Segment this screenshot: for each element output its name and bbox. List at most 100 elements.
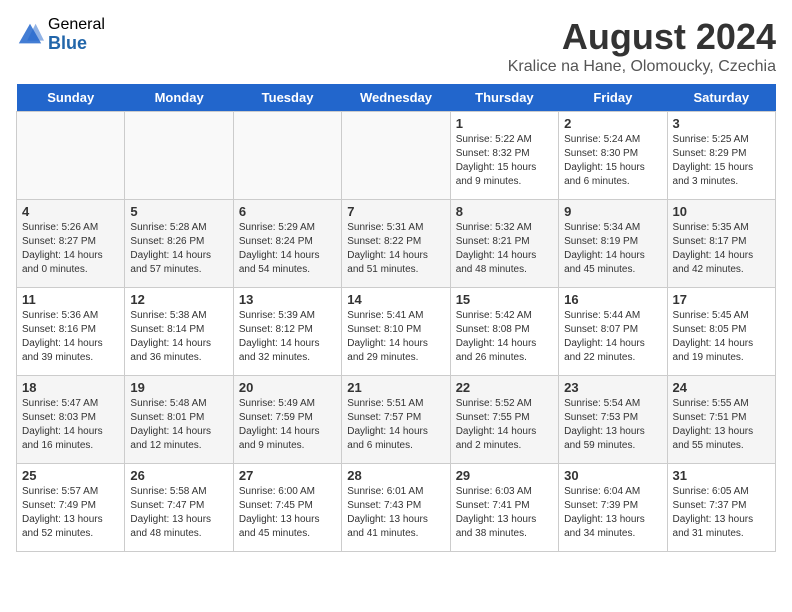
month-year: August 2024 — [508, 16, 776, 58]
day-info: Sunrise: 5:36 AMSunset: 8:16 PMDaylight:… — [22, 309, 119, 365]
calendar-week-5: 25Sunrise: 5:57 AMSunset: 7:49 PMDayligh… — [17, 464, 776, 552]
calendar-cell-4-4: 21 Sunrise: 5:51 AMSunset: 7:57 PMDayligh… — [342, 376, 450, 464]
day-info: Sunrise: 6:04 AMSunset: 7:39 PMDaylight:… — [564, 485, 661, 541]
day-info: Sunrise: 5:41 AMSunset: 8:10 PMDaylight:… — [347, 309, 444, 365]
title-block: August 2024 Kralice na Hane, Olomoucky, … — [508, 16, 776, 76]
calendar-cell-3-1: 11Sunrise: 5:36 AMSunset: 8:16 PMDayligh… — [17, 288, 125, 376]
page-header: General Blue August 2024 Kralice na Hane… — [16, 16, 776, 76]
day-info: Sunrise: 6:01 AMSunset: 7:43 PMDaylight:… — [347, 485, 444, 541]
calendar-cell-5-1: 25Sunrise: 5:57 AMSunset: 7:49 PMDayligh… — [17, 464, 125, 552]
calendar-cell-4-6: 23Sunrise: 5:54 AMSunset: 7:53 PMDayligh… — [559, 376, 667, 464]
day-number: 26 — [130, 468, 227, 483]
calendar-cell-4-7: 24 Sunrise: 5:55 AMSunset: 7:51 PMDayligh… — [667, 376, 775, 464]
logo-blue: Blue — [48, 34, 105, 54]
day-info: Sunrise: 5:55 AMSunset: 7:51 PMDaylight:… — [673, 397, 770, 453]
day-info: Sunrise: 5:32 AMSunset: 8:21 PMDaylight:… — [456, 221, 553, 277]
day-info: Sunrise: 5:39 AMSunset: 8:12 PMDaylight:… — [239, 309, 336, 365]
day-info: Sunrise: 5:34 AMSunset: 8:19 PMDaylight:… — [564, 221, 661, 277]
logo: General Blue — [16, 16, 105, 53]
calendar-cell-3-4: 14 Sunrise: 5:41 AMSunset: 8:10 PMDayligh… — [342, 288, 450, 376]
day-number: 9 — [564, 204, 661, 219]
logo-icon — [16, 21, 44, 49]
weekday-header-thursday: Thursday — [450, 84, 558, 112]
day-info: Sunrise: 5:26 AMSunset: 8:27 PMDaylight:… — [22, 221, 119, 277]
day-number: 4 — [22, 204, 119, 219]
calendar-cell-2-5: 8Sunrise: 5:32 AMSunset: 8:21 PMDaylight… — [450, 200, 558, 288]
day-info: Sunrise: 5:22 AMSunset: 8:32 PMDaylight:… — [456, 133, 553, 189]
day-info: Sunrise: 5:57 AMSunset: 7:49 PMDaylight:… — [22, 485, 119, 541]
calendar-cell-2-4: 7Sunrise: 5:31 AMSunset: 8:22 PMDaylight… — [342, 200, 450, 288]
logo-text: General Blue — [48, 16, 105, 53]
calendar-cell-5-7: 31 Sunrise: 6:05 AMSunset: 7:37 PMDayligh… — [667, 464, 775, 552]
logo-general: General — [48, 16, 105, 34]
day-number: 31 — [673, 468, 770, 483]
day-number: 24 — [673, 380, 770, 395]
calendar-cell-4-3: 20Sunrise: 5:49 AMSunset: 7:59 PMDayligh… — [233, 376, 341, 464]
calendar-cell-5-3: 27 Sunrise: 6:00 AMSunset: 7:45 PMDayligh… — [233, 464, 341, 552]
calendar-cell-1-7: 3 Sunrise: 5:25 AMSunset: 8:29 PMDaylight… — [667, 112, 775, 200]
weekday-header-friday: Friday — [559, 84, 667, 112]
day-number: 17 — [673, 292, 770, 307]
calendar-cell-3-6: 16 Sunrise: 5:44 AMSunset: 8:07 PMDayligh… — [559, 288, 667, 376]
weekday-header-row: SundayMondayTuesdayWednesdayThursdayFrid… — [17, 84, 776, 112]
day-info: Sunrise: 5:52 AMSunset: 7:55 PMDaylight:… — [456, 397, 553, 453]
calendar-week-1: 1 Sunrise: 5:22 AMSunset: 8:32 PMDaylight… — [17, 112, 776, 200]
day-number: 19 — [130, 380, 227, 395]
calendar-cell-3-3: 13Sunrise: 5:39 AMSunset: 8:12 PMDayligh… — [233, 288, 341, 376]
day-info: Sunrise: 6:00 AMSunset: 7:45 PMDaylight:… — [239, 485, 336, 541]
day-number: 15 — [456, 292, 553, 307]
day-info: Sunrise: 5:51 AMSunset: 7:57 PMDaylight:… — [347, 397, 444, 453]
day-number: 16 — [564, 292, 661, 307]
calendar-cell-5-4: 28 Sunrise: 6:01 AMSunset: 7:43 PMDayligh… — [342, 464, 450, 552]
calendar-cell-1-4 — [342, 112, 450, 200]
day-info: Sunrise: 5:28 AMSunset: 8:26 PMDaylight:… — [130, 221, 227, 277]
calendar-cell-1-3 — [233, 112, 341, 200]
calendar-cell-2-6: 9 Sunrise: 5:34 AMSunset: 8:19 PMDaylight… — [559, 200, 667, 288]
day-info: Sunrise: 5:38 AMSunset: 8:14 PMDaylight:… — [130, 309, 227, 365]
weekday-header-wednesday: Wednesday — [342, 84, 450, 112]
weekday-header-saturday: Saturday — [667, 84, 775, 112]
day-info: Sunrise: 5:42 AMSunset: 8:08 PMDaylight:… — [456, 309, 553, 365]
day-number: 3 — [673, 116, 770, 131]
weekday-header-tuesday: Tuesday — [233, 84, 341, 112]
calendar-cell-2-7: 10 Sunrise: 5:35 AMSunset: 8:17 PMDayligh… — [667, 200, 775, 288]
calendar-week-4: 18 Sunrise: 5:47 AMSunset: 8:03 PMDayligh… — [17, 376, 776, 464]
day-number: 10 — [673, 204, 770, 219]
calendar-cell-5-6: 30Sunrise: 6:04 AMSunset: 7:39 PMDayligh… — [559, 464, 667, 552]
day-info: Sunrise: 5:31 AMSunset: 8:22 PMDaylight:… — [347, 221, 444, 277]
day-number: 18 — [22, 380, 119, 395]
day-info: Sunrise: 5:49 AMSunset: 7:59 PMDaylight:… — [239, 397, 336, 453]
day-number: 6 — [239, 204, 336, 219]
day-number: 27 — [239, 468, 336, 483]
day-info: Sunrise: 6:03 AMSunset: 7:41 PMDaylight:… — [456, 485, 553, 541]
weekday-header-sunday: Sunday — [17, 84, 125, 112]
day-info: Sunrise: 5:25 AMSunset: 8:29 PMDaylight:… — [673, 133, 770, 189]
calendar-cell-1-2 — [125, 112, 233, 200]
location: Kralice na Hane, Olomoucky, Czechia — [508, 58, 776, 76]
calendar-cell-5-5: 29Sunrise: 6:03 AMSunset: 7:41 PMDayligh… — [450, 464, 558, 552]
calendar-cell-3-2: 12Sunrise: 5:38 AMSunset: 8:14 PMDayligh… — [125, 288, 233, 376]
calendar-cell-1-1 — [17, 112, 125, 200]
calendar-cell-4-2: 19Sunrise: 5:48 AMSunset: 8:01 PMDayligh… — [125, 376, 233, 464]
day-info: Sunrise: 5:47 AMSunset: 8:03 PMDaylight:… — [22, 397, 119, 453]
calendar-table: SundayMondayTuesdayWednesdayThursdayFrid… — [16, 84, 776, 552]
weekday-header-monday: Monday — [125, 84, 233, 112]
calendar-cell-4-1: 18 Sunrise: 5:47 AMSunset: 8:03 PMDayligh… — [17, 376, 125, 464]
day-info: Sunrise: 5:35 AMSunset: 8:17 PMDaylight:… — [673, 221, 770, 277]
calendar-cell-3-5: 15 Sunrise: 5:42 AMSunset: 8:08 PMDayligh… — [450, 288, 558, 376]
day-number: 28 — [347, 468, 444, 483]
calendar-cell-4-5: 22 Sunrise: 5:52 AMSunset: 7:55 PMDayligh… — [450, 376, 558, 464]
day-info: Sunrise: 5:29 AMSunset: 8:24 PMDaylight:… — [239, 221, 336, 277]
day-number: 22 — [456, 380, 553, 395]
calendar-cell-2-2: 5Sunrise: 5:28 AMSunset: 8:26 PMDaylight… — [125, 200, 233, 288]
calendar-cell-2-1: 4 Sunrise: 5:26 AMSunset: 8:27 PMDaylight… — [17, 200, 125, 288]
day-number: 21 — [347, 380, 444, 395]
day-info: Sunrise: 5:44 AMSunset: 8:07 PMDaylight:… — [564, 309, 661, 365]
day-number: 23 — [564, 380, 661, 395]
calendar-cell-1-5: 1 Sunrise: 5:22 AMSunset: 8:32 PMDaylight… — [450, 112, 558, 200]
calendar-week-3: 11Sunrise: 5:36 AMSunset: 8:16 PMDayligh… — [17, 288, 776, 376]
day-info: Sunrise: 5:24 AMSunset: 8:30 PMDaylight:… — [564, 133, 661, 189]
day-number: 1 — [456, 116, 553, 131]
day-info: Sunrise: 6:05 AMSunset: 7:37 PMDaylight:… — [673, 485, 770, 541]
day-number: 14 — [347, 292, 444, 307]
